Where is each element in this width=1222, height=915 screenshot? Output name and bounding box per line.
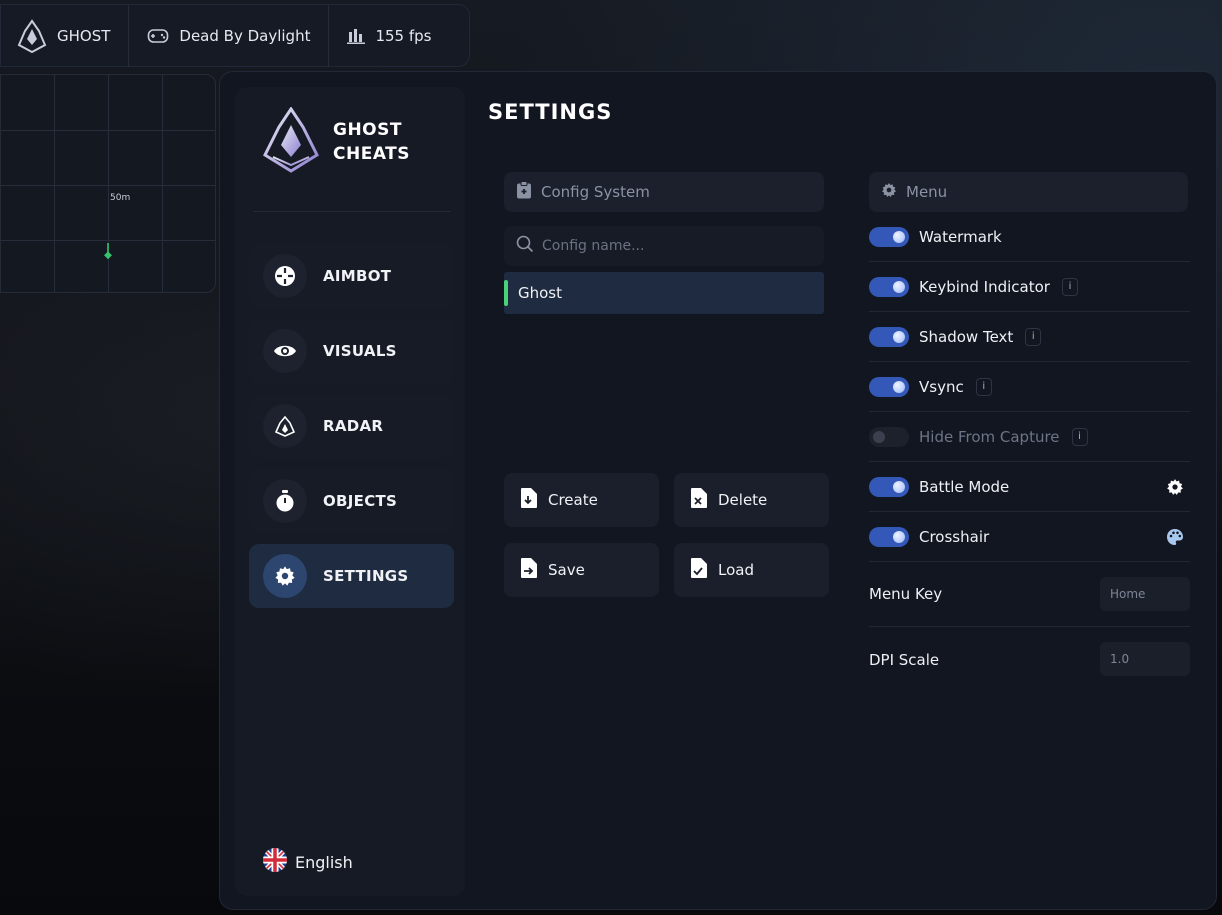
brand-indicator: GHOST (17, 18, 128, 53)
crosshair-toggle[interactable] (869, 526, 909, 547)
dpi-scale-input[interactable]: 1.0 (1100, 642, 1190, 676)
shadow-text-row: Shadow Text i (869, 312, 1190, 362)
divider (253, 211, 451, 212)
dpi-scale-label: DPI Scale (869, 650, 940, 669)
load-button[interactable]: Load (674, 543, 829, 597)
save-button[interactable]: Save (504, 543, 659, 597)
file-delete-icon (690, 488, 708, 512)
search-icon (516, 235, 534, 257)
watermark-row: Watermark (869, 212, 1190, 262)
file-import-icon (520, 488, 538, 512)
toggle-label: Crosshair (919, 527, 990, 546)
toggle-label: Keybind Indicator (919, 277, 1050, 296)
status-bar: GHOST Dead By Daylight 155 fps (0, 4, 470, 67)
uk-flag-icon (263, 848, 287, 876)
dpi-scale-row: DPI Scale 1.0 (869, 627, 1190, 692)
nav-label: SETTINGS (323, 567, 409, 585)
file-export-icon (520, 558, 538, 582)
toggle-label: Hide From Capture (919, 427, 1060, 446)
info-button[interactable]: i (1071, 427, 1088, 446)
eye-icon (263, 329, 307, 373)
config-list: Ghost (504, 272, 824, 464)
file-check-icon (690, 558, 708, 582)
config-list-item[interactable]: Ghost (504, 272, 824, 314)
nav-label: AIMBOT (323, 267, 392, 285)
keybind-indicator-toggle[interactable] (869, 276, 909, 297)
create-button[interactable]: Create (504, 473, 659, 527)
toggle-label: Vsync (919, 377, 964, 396)
nav-item-radar[interactable]: RADAR (249, 394, 454, 458)
page-title: SETTINGS (488, 100, 613, 124)
stopwatch-icon (263, 479, 307, 523)
hide-from-capture-toggle[interactable] (869, 426, 909, 447)
battle-mode-row: Battle Mode (869, 462, 1190, 512)
nav-label: VISUALS (323, 342, 397, 360)
vsync-toggle[interactable] (869, 376, 909, 397)
gamepad-icon (147, 28, 169, 44)
save-label: Save (548, 561, 585, 579)
ghost-logo-icon (263, 106, 319, 177)
nav-item-objects[interactable]: OBJECTS (249, 469, 454, 533)
nav-label: RADAR (323, 417, 384, 435)
load-label: Load (718, 561, 754, 579)
create-label: Create (548, 491, 598, 509)
toggle-label: Battle Mode (919, 477, 1010, 496)
crosshair-row: Crosshair (869, 512, 1190, 562)
config-name-input[interactable] (542, 238, 802, 254)
gear-icon (263, 554, 307, 598)
ghost-logo-icon (17, 18, 47, 53)
player-marker-icon (104, 243, 112, 267)
logo: GHOST CHEATS (263, 106, 410, 177)
language-label: English (295, 852, 353, 872)
config-item-label: Ghost (518, 284, 563, 302)
shadow-text-toggle[interactable] (869, 326, 909, 347)
nav-item-visuals[interactable]: VISUALS (249, 319, 454, 383)
radar-minimap: 50m (0, 74, 216, 293)
radar-distance-label: 50m (110, 193, 131, 203)
radar-icon (263, 404, 307, 448)
menu-settings-panel: Watermark Keybind Indicator i Shadow Tex… (869, 172, 1190, 702)
selected-indicator (504, 280, 508, 306)
gear-icon[interactable] (1166, 478, 1184, 500)
nav-item-settings[interactable]: SETTINGS (249, 544, 454, 608)
delete-button[interactable]: Delete (674, 473, 829, 527)
main-window: GHOST CHEATS AIMBOT VISUALS RADAR OBJECT… (219, 71, 1217, 910)
fps-indicator: 155 fps (347, 27, 449, 45)
info-button[interactable]: i (975, 377, 992, 396)
toggle-label: Watermark (919, 227, 1002, 246)
fps-value: 155 fps (375, 26, 432, 45)
config-system-title: Config System (541, 183, 650, 201)
nav-item-aimbot[interactable]: AIMBOT (249, 244, 454, 308)
config-system-header: Config System (504, 172, 824, 212)
menu-key-row: Menu Key Home (869, 562, 1190, 627)
language-selector[interactable]: English (263, 848, 353, 876)
info-button[interactable]: i (1025, 327, 1042, 346)
bar-chart-icon (347, 28, 366, 44)
config-search[interactable] (504, 226, 824, 266)
crosshair-icon (263, 254, 307, 298)
nav-label: OBJECTS (323, 492, 398, 510)
delete-label: Delete (718, 491, 768, 509)
watermark-toggle[interactable] (869, 226, 909, 247)
info-button[interactable]: i (1061, 277, 1078, 296)
clipboard-icon (516, 181, 532, 203)
sidebar: GHOST CHEATS AIMBOT VISUALS RADAR OBJECT… (235, 87, 465, 896)
game-name: Dead By Daylight (179, 26, 311, 45)
menu-key-input[interactable]: Home (1100, 577, 1190, 611)
battle-mode-toggle[interactable] (869, 476, 909, 497)
toggle-label: Shadow Text (919, 327, 1014, 346)
logo-line-1: GHOST (333, 120, 402, 140)
palette-icon[interactable] (1166, 528, 1184, 550)
game-indicator: Dead By Daylight (147, 27, 328, 45)
menu-key-label: Menu Key (869, 585, 943, 603)
logo-line-2: CHEATS (333, 144, 410, 164)
hide-from-capture-row: Hide From Capture i (869, 412, 1190, 462)
keybind-indicator-row: Keybind Indicator i (869, 262, 1190, 312)
vsync-row: Vsync i (869, 362, 1190, 412)
brand-name: GHOST (57, 26, 111, 45)
